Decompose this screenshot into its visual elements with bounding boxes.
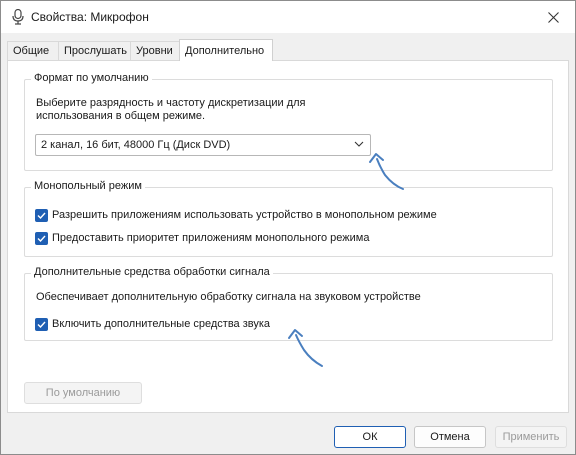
- title-bar: Свойства: Микрофон: [1, 1, 575, 33]
- format-dropdown-value: 2 канал, 16 бит, 48000 Гц (Диск DVD): [41, 139, 231, 151]
- tab-advanced[interactable]: Дополнительно: [179, 39, 273, 61]
- annotation-arrow-icon: [369, 153, 404, 190]
- default-format-legend: Формат по умолчанию: [31, 72, 152, 84]
- default-format-description-line1: Выберите разрядность и частоту дискретиз…: [36, 97, 306, 109]
- exclusive-priority-checkbox[interactable]: Предоставить приоритет приложениям моноп…: [35, 230, 369, 246]
- checkbox-checked-icon: [35, 317, 48, 331]
- enable-enhancements-label: Включить дополнительные средства звука: [52, 318, 271, 330]
- signal-enhancements-legend: Дополнительные средства обработки сигнал…: [31, 266, 273, 278]
- cancel-button[interactable]: Отмена: [414, 426, 486, 448]
- properties-dialog: Свойства: Микрофон Общие Прослушать Уров…: [0, 0, 576, 455]
- tab-general[interactable]: Общие: [7, 41, 59, 60]
- tab-levels[interactable]: Уровни: [130, 41, 180, 60]
- exclusive-mode-group: Монопольный режим Разрешить приложениям …: [24, 180, 553, 257]
- enable-enhancements-checkbox[interactable]: Включить дополнительные средства звука: [35, 316, 270, 332]
- window-title: Свойства: Микрофон: [31, 10, 149, 24]
- exclusive-allow-label: Разрешить приложениям использовать устро…: [52, 209, 437, 221]
- checkbox-checked-icon: [35, 231, 48, 245]
- default-format-group: Формат по умолчанию Выберите разрядность…: [24, 72, 553, 171]
- tab-listen[interactable]: Прослушать: [58, 41, 131, 60]
- chevron-down-icon: [354, 141, 364, 147]
- microphone-icon: [12, 9, 24, 25]
- annotation-arrow-icon: [288, 329, 323, 367]
- checkbox-checked-icon: [35, 208, 48, 222]
- ok-button[interactable]: ОК: [334, 426, 406, 448]
- signal-enhancements-description: Обеспечивает дополнительную обработку си…: [36, 291, 421, 303]
- close-button[interactable]: [531, 1, 575, 33]
- restore-default-button[interactable]: По умолчанию: [24, 382, 142, 404]
- format-dropdown[interactable]: 2 канал, 16 бит, 48000 Гц (Диск DVD): [35, 134, 371, 156]
- exclusive-allow-checkbox[interactable]: Разрешить приложениям использовать устро…: [35, 207, 437, 223]
- exclusive-priority-label: Предоставить приоритет приложениям моноп…: [52, 232, 370, 244]
- apply-button[interactable]: Применить: [495, 426, 567, 448]
- close-icon: [547, 11, 559, 23]
- exclusive-mode-legend: Монопольный режим: [31, 180, 145, 192]
- default-format-description-line2: использования в общем режиме.: [36, 110, 206, 122]
